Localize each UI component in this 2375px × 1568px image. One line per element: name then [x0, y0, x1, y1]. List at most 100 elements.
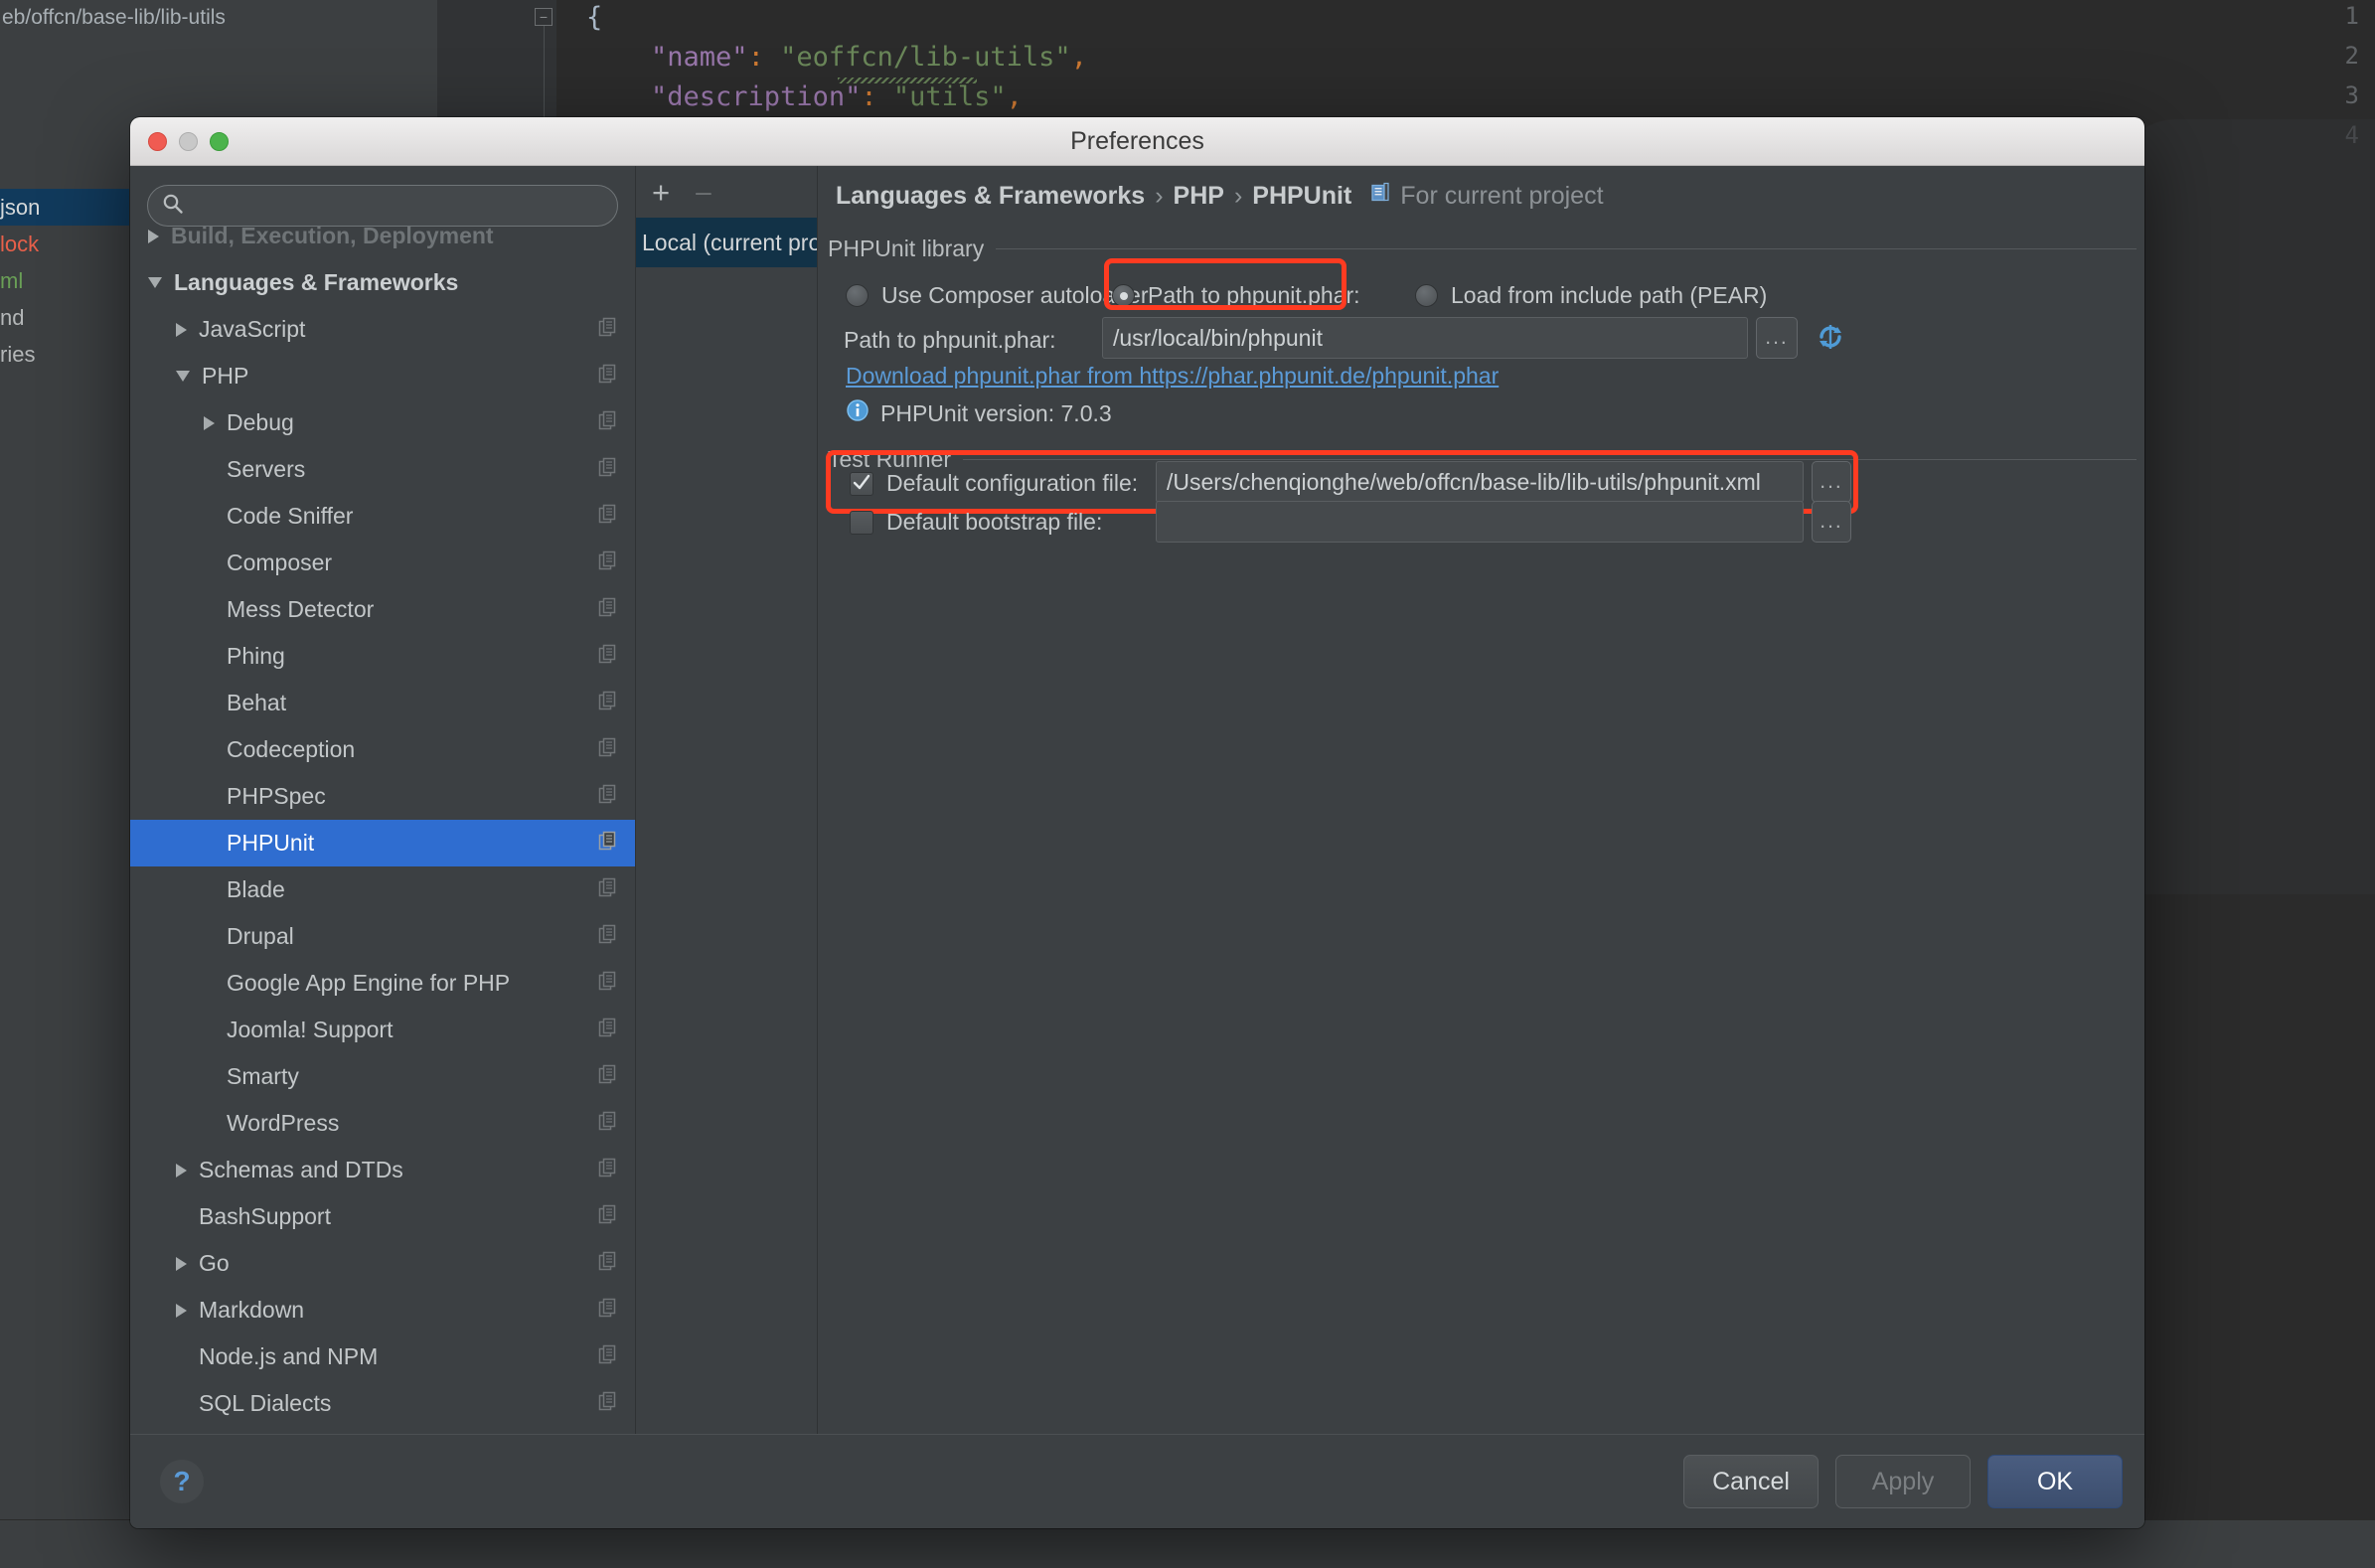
sidebar-item-joomla-support[interactable]: Joomla! Support: [130, 1007, 635, 1053]
apply-button[interactable]: Apply: [1835, 1455, 1971, 1508]
path-to-phpunit-input[interactable]: [1113, 325, 1737, 352]
copy-settings-icon[interactable]: [598, 1018, 619, 1043]
remove-button[interactable]: –: [696, 178, 712, 206]
default-configuration-file-checkbox[interactable]: Default configuration file:: [850, 470, 1138, 497]
chevron-right-icon[interactable]: [176, 1304, 187, 1318]
default-bootstrap-file-field[interactable]: [1156, 501, 1804, 543]
sidebar-item-label: Codeception: [227, 736, 598, 763]
path-browse-button[interactable]: ...: [1756, 317, 1798, 359]
chevron-right-icon[interactable]: [176, 1164, 187, 1177]
chevron-down-icon[interactable]: [148, 277, 162, 288]
checkbox-icon[interactable]: [850, 511, 873, 535]
radio-icon[interactable]: [846, 284, 869, 307]
sidebar-item-wordpress[interactable]: WordPress: [130, 1100, 635, 1147]
copy-settings-icon[interactable]: [598, 1344, 619, 1370]
copy-settings-icon[interactable]: [598, 831, 619, 857]
radio-load-from-include-path[interactable]: Load from include path (PEAR): [1415, 282, 1767, 309]
copy-settings-icon[interactable]: [598, 550, 619, 576]
radio-icon[interactable]: [1112, 284, 1135, 307]
copy-settings-icon[interactable]: [598, 1391, 619, 1417]
sidebar-item-schemas-and-dtds[interactable]: Schemas and DTDs: [130, 1147, 635, 1193]
default-configuration-file-input[interactable]: [1167, 469, 1793, 496]
sidebar-item-smarty[interactable]: Smarty: [130, 1053, 635, 1100]
sidebar-item-blade[interactable]: Blade: [130, 866, 635, 913]
config-browse-button[interactable]: ...: [1812, 461, 1851, 503]
sidebar-item-phpspec[interactable]: PHPSpec: [130, 773, 635, 820]
copy-settings-icon[interactable]: [598, 691, 619, 716]
copy-settings-icon[interactable]: [598, 1158, 619, 1183]
copy-settings-icon[interactable]: [598, 971, 619, 997]
sidebar-item-build-execution-deployment[interactable]: Build, Execution, Deployment: [130, 213, 635, 259]
default-bootstrap-file-checkbox[interactable]: Default bootstrap file:: [850, 509, 1102, 536]
sidebar-item-behat[interactable]: Behat: [130, 680, 635, 726]
project-file-list[interactable]: json lock ml nd ries: [0, 189, 129, 373]
copy-settings-icon[interactable]: [598, 1251, 619, 1277]
copy-settings-icon[interactable]: [598, 1298, 619, 1324]
ok-button[interactable]: OK: [1987, 1455, 2123, 1508]
sidebar-item-phing[interactable]: Phing: [130, 633, 635, 680]
copy-settings-icon[interactable]: [598, 504, 619, 530]
file-item[interactable]: ml: [0, 262, 129, 299]
help-button[interactable]: ?: [160, 1460, 204, 1503]
copy-settings-icon[interactable]: [598, 877, 619, 903]
sidebar-item-composer[interactable]: Composer: [130, 540, 635, 586]
sidebar-item-node-js-and-npm[interactable]: Node.js and NPM: [130, 1333, 635, 1380]
chevron-right-icon[interactable]: [148, 230, 159, 243]
add-button[interactable]: +: [652, 177, 670, 208]
sidebar-item-languages-frameworks[interactable]: Languages & Frameworks: [130, 259, 635, 306]
sidebar-item-go[interactable]: Go: [130, 1240, 635, 1287]
sidebar-item-servers[interactable]: Servers: [130, 446, 635, 493]
copy-settings-icon[interactable]: [598, 364, 619, 390]
copy-settings-icon[interactable]: [598, 924, 619, 950]
copy-settings-icon[interactable]: [598, 457, 619, 483]
copy-settings-icon[interactable]: [598, 737, 619, 763]
sidebar-item-sql-dialects[interactable]: SQL Dialects: [130, 1380, 635, 1427]
sidebar-item-javascript[interactable]: JavaScript: [130, 306, 635, 353]
copy-settings-icon[interactable]: [598, 1064, 619, 1090]
sidebar-item-codeception[interactable]: Codeception: [130, 726, 635, 773]
sidebar-item-phpunit[interactable]: PHPUnit: [130, 820, 635, 866]
chevron-right-icon[interactable]: [176, 323, 187, 337]
sidebar-item-php[interactable]: PHP: [130, 353, 635, 399]
default-configuration-file-field[interactable]: [1156, 461, 1804, 503]
copy-settings-icon[interactable]: [598, 644, 619, 670]
radio-path-to-phpunit-phar[interactable]: Path to phpunit.phar:: [1112, 282, 1360, 309]
checkbox-icon[interactable]: [850, 472, 873, 496]
code-fold-toggle[interactable]: −: [535, 8, 553, 26]
interpreter-list-item[interactable]: Local (current pro: [636, 218, 817, 267]
sidebar-item-debug[interactable]: Debug: [130, 399, 635, 446]
copy-settings-icon[interactable]: [598, 410, 619, 436]
chevron-right-icon[interactable]: [204, 416, 215, 430]
sidebar-item-drupal[interactable]: Drupal: [130, 913, 635, 960]
settings-tree[interactable]: Build, Execution, DeploymentLanguages & …: [130, 213, 635, 1434]
sidebar-item-label: PHP: [202, 363, 598, 390]
sidebar-item-bashsupport[interactable]: BashSupport: [130, 1193, 635, 1240]
path-to-phpunit-field[interactable]: [1102, 317, 1748, 359]
chevron-down-icon[interactable]: [176, 371, 190, 382]
sidebar-item-mess-detector[interactable]: Mess Detector: [130, 586, 635, 633]
copy-settings-icon[interactable]: [598, 1111, 619, 1137]
breadcrumb-languages[interactable]: Languages & Frameworks: [836, 182, 1145, 211]
file-item[interactable]: lock: [0, 226, 129, 262]
sidebar-item-code-sniffer[interactable]: Code Sniffer: [130, 493, 635, 540]
radio-icon[interactable]: [1415, 284, 1438, 307]
file-item[interactable]: ries: [0, 336, 129, 373]
tree-spacer: [204, 889, 215, 890]
file-item[interactable]: json: [0, 189, 129, 226]
radio-use-composer-autoloader[interactable]: Use Composer autoloader: [846, 282, 1148, 309]
tree-spacer: [204, 1029, 215, 1030]
sidebar-item-google-app-engine-for-php[interactable]: Google App Engine for PHP: [130, 960, 635, 1007]
breadcrumb-php[interactable]: PHP: [1174, 182, 1224, 211]
default-bootstrap-file-input[interactable]: [1167, 509, 1793, 536]
chevron-right-icon[interactable]: [176, 1257, 187, 1271]
copy-settings-icon[interactable]: [598, 597, 619, 623]
file-item[interactable]: nd: [0, 299, 129, 336]
sidebar-item-markdown[interactable]: Markdown: [130, 1287, 635, 1333]
copy-settings-icon[interactable]: [598, 317, 619, 343]
download-phpunit-link[interactable]: Download phpunit.phar from https://phar.…: [846, 363, 1499, 390]
copy-settings-icon[interactable]: [598, 1204, 619, 1230]
copy-settings-icon[interactable]: [598, 784, 619, 810]
refresh-icon[interactable]: [1814, 320, 1847, 359]
cancel-button[interactable]: Cancel: [1683, 1455, 1819, 1508]
bootstrap-browse-button[interactable]: ...: [1812, 501, 1851, 543]
